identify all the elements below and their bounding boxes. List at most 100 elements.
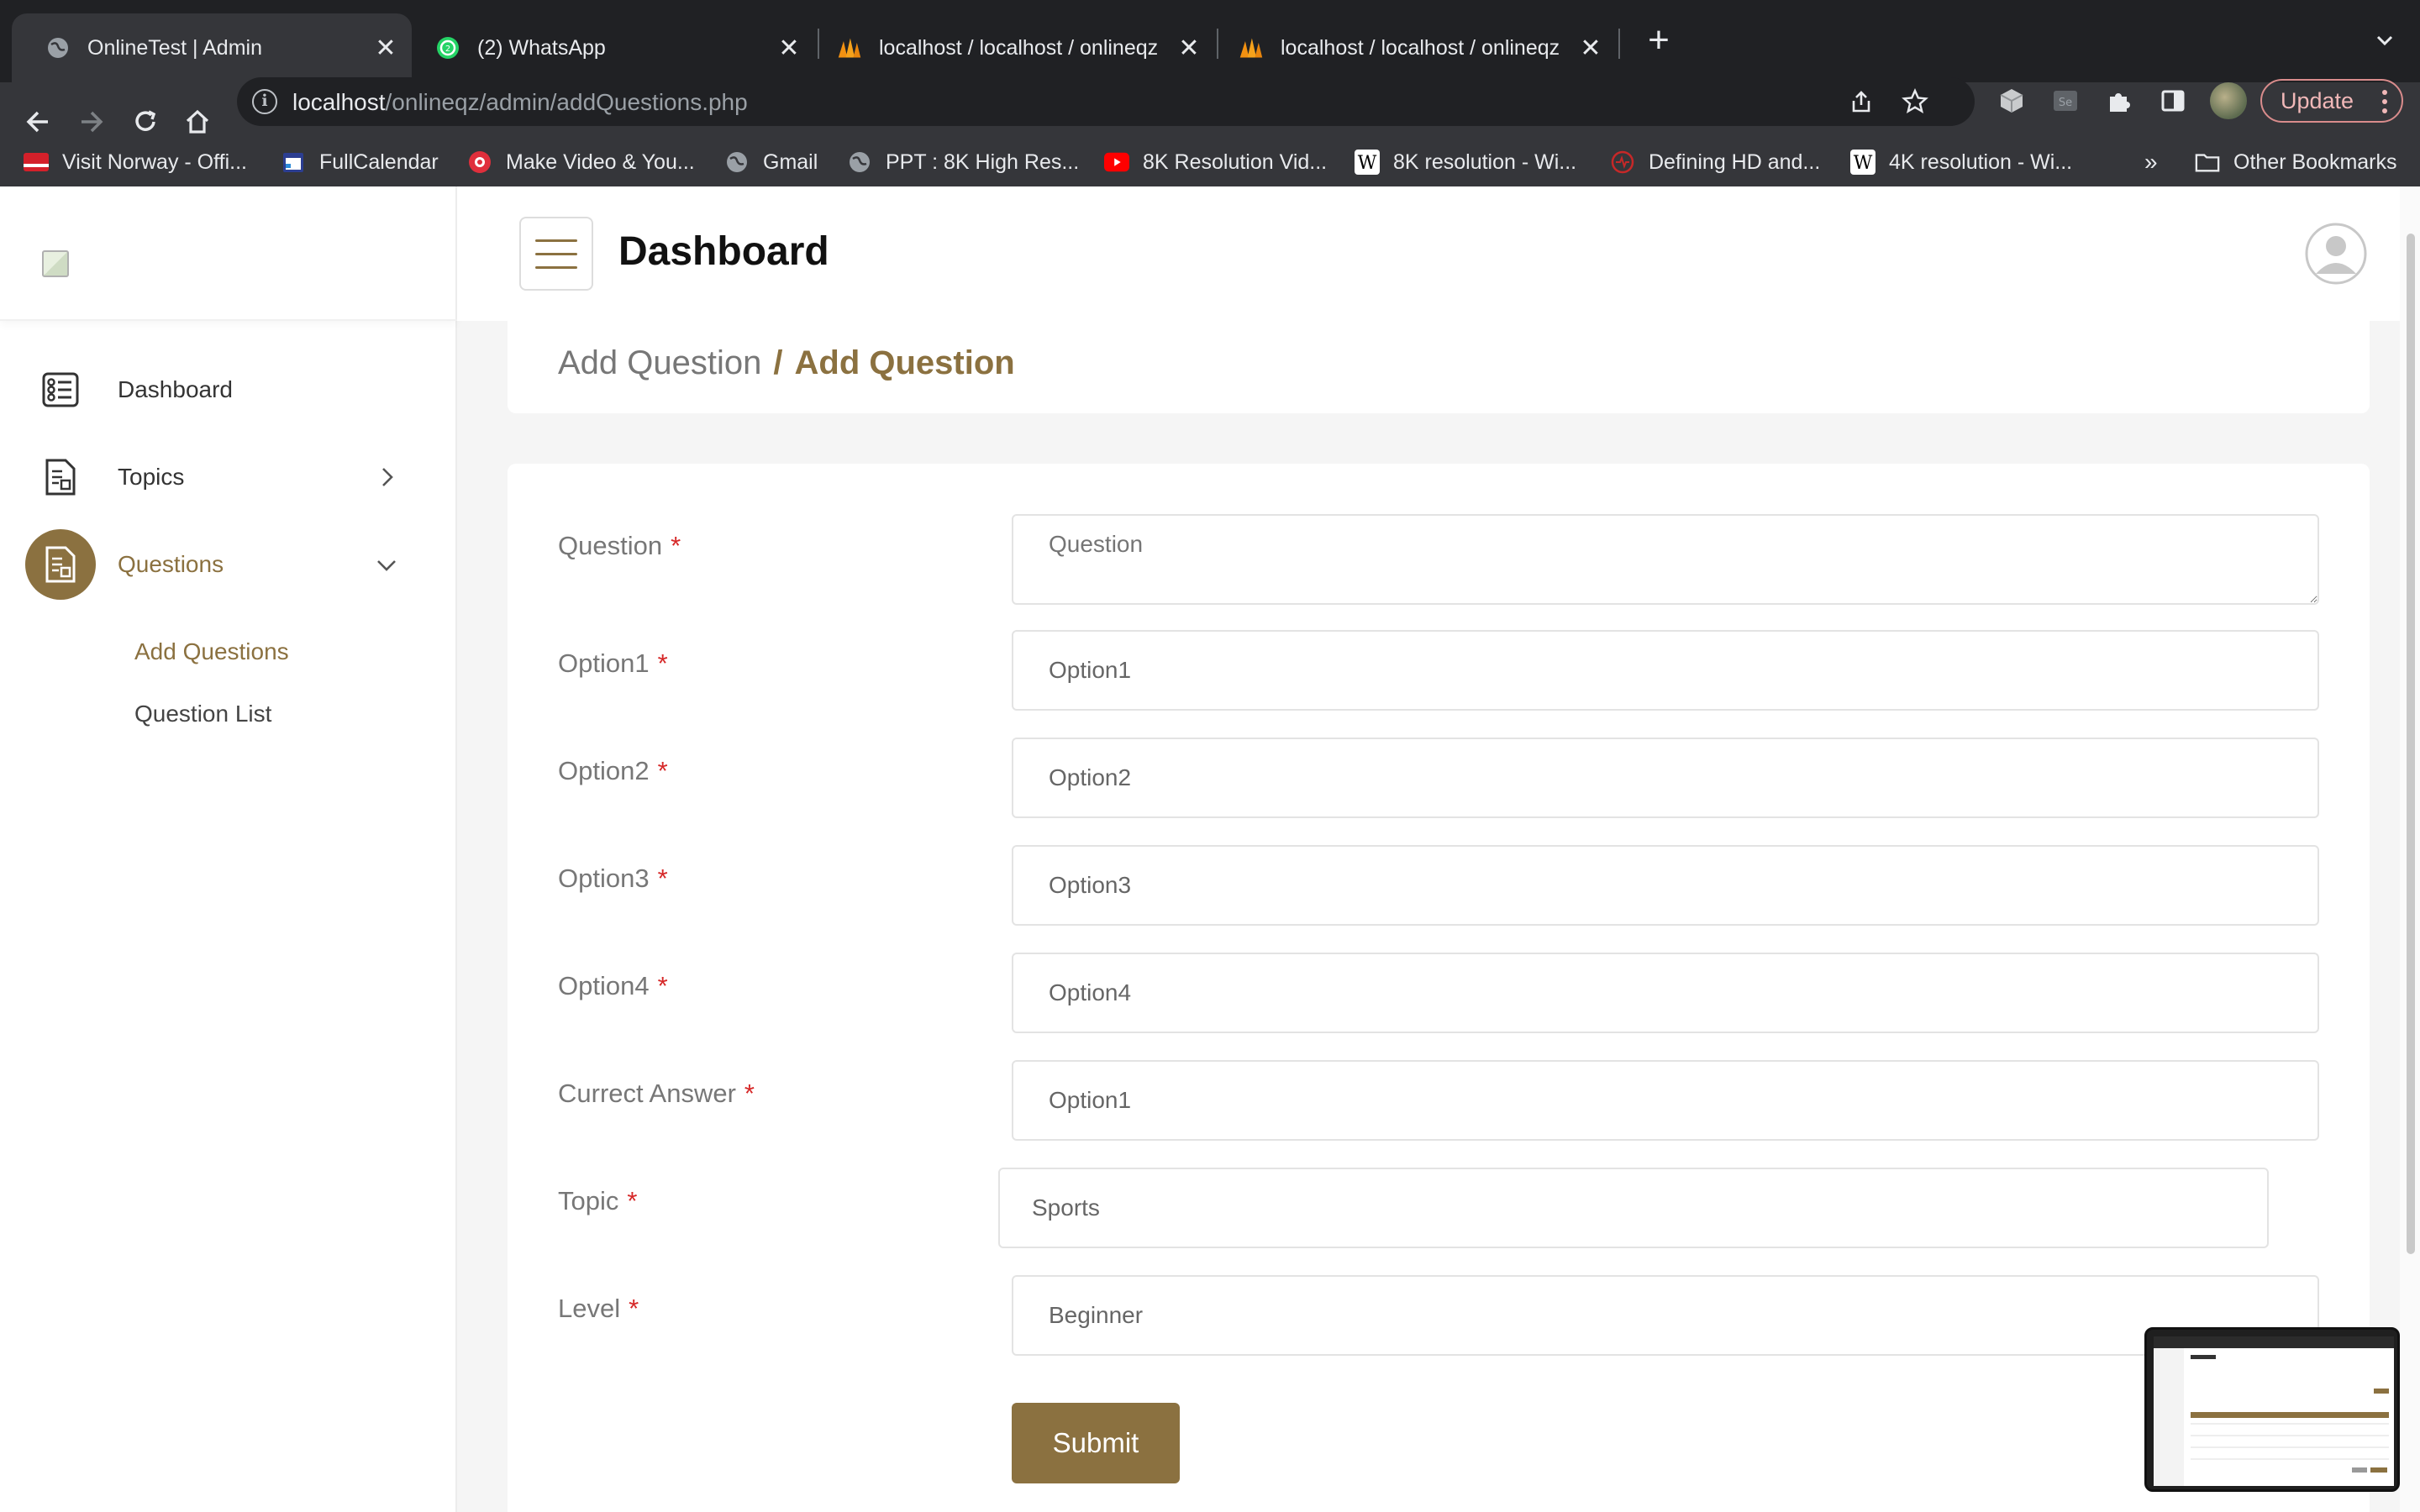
folder-icon [2195,150,2220,175]
bookmark-8k-video[interactable]: 8K Resolution Vid... [1104,146,1327,178]
update-label: Update [2281,87,2354,113]
sidebar-item-questions[interactable]: Questions [0,524,457,605]
calendar-icon [281,150,306,175]
browser-tab-strip: OnlineTest | Admin ✕ 2 (2) WhatsApp ✕ lo… [0,0,2420,82]
app-header: Dashboard [457,186,2420,321]
dashboard-icon [25,354,96,425]
menu-line [535,265,577,269]
wikipedia-icon: W [1850,150,1876,175]
correct-answer-label: Currect Answer * [558,1079,755,1108]
level-label: Level * [558,1294,639,1323]
correct-answer-select[interactable]: Option1 [1012,1060,2319,1141]
bookmark-gmail[interactable]: Gmail [724,146,818,178]
reload-icon [135,110,156,131]
norway-flag-icon [24,150,49,175]
question-textarea[interactable] [1012,514,2319,605]
topic-select[interactable]: Sports [998,1168,2269,1248]
bookmark-label: PPT : 8K High Res... [886,150,1080,174]
submit-button[interactable]: Submit [1012,1403,1180,1483]
globe-icon [847,150,872,175]
bookmark-label: Gmail [763,150,818,174]
option2-input[interactable]: Option2 [1012,738,2319,818]
user-avatar-button[interactable] [2304,222,2368,286]
phpmyadmin-icon [1239,35,1264,60]
extension-selenium-icon[interactable]: Se [2047,82,2084,119]
whatsapp-icon: 2 [435,35,460,60]
tab-divider [818,29,819,59]
option1-label: Option1 * [558,648,668,678]
sidebar-item-dashboard[interactable]: Dashboard [0,349,457,430]
logo-area[interactable] [0,186,457,321]
bookmark-defining-hd[interactable]: Defining HD and... [1610,146,1820,178]
tab-search-icon[interactable] [2368,24,2402,57]
sidebar-subitem-question-list[interactable]: Question List [134,701,271,727]
hamburger-menu-button[interactable] [519,217,593,291]
svg-text:W: W [1358,153,1377,174]
svg-text:2: 2 [445,45,450,54]
option2-label: Option2 * [558,756,668,785]
tab-whatsapp[interactable]: 2 (2) WhatsApp ✕ [415,13,815,82]
update-button[interactable]: Update [2260,79,2403,123]
screenshot-thumbnail[interactable] [2144,1327,2400,1492]
close-icon[interactable]: ✕ [1175,34,1203,62]
more-vert-icon [2382,90,2387,113]
new-tab-button[interactable]: + [1642,22,1676,59]
extension-cube-icon[interactable] [1993,82,2030,119]
bookmark-visit-norway[interactable]: Visit Norway - Offi... [24,146,247,178]
breadcrumb-separator: / [773,344,783,381]
reload-button[interactable] [124,101,166,143]
arrow-right-icon [82,111,103,133]
svg-text:Se: Se [2059,97,2072,109]
bookmark-4k-wiki[interactable]: W 4K resolution - Wi... [1850,146,2072,178]
profile-avatar[interactable] [2210,82,2247,119]
bookmark-label: Other Bookmarks [2233,150,2397,174]
bookmarks-overflow-button[interactable]: » [2144,146,2158,178]
url-text: localhost/onlineqz/admin/addQuestions.ph… [292,89,748,115]
bookmark-label: FullCalendar [319,150,439,174]
star-icon[interactable] [1899,86,1931,118]
sidebar-item-topics[interactable]: Topics [0,437,457,517]
bookmark-ppt-8k[interactable]: PPT : 8K High Res... [847,146,1079,178]
add-question-form: Question* Option1* Option1 Option2* Opti… [508,464,2370,1512]
page-scrollbar-thumb[interactable] [2407,234,2415,1254]
chevron-down-icon [377,560,396,571]
question-label: Question * [558,531,681,560]
other-bookmarks-button[interactable]: Other Bookmarks [2195,146,2397,178]
home-button[interactable] [176,101,218,143]
broken-image-icon [42,250,69,277]
tab-phpmyadmin-2[interactable]: localhost / localhost / onlineqz ✕ [1222,13,1617,82]
share-icon[interactable] [1845,86,1877,118]
bookmark-fullcalendar[interactable]: FullCalendar [281,146,439,178]
overflow-label: » [2144,149,2158,175]
breadcrumb-parent[interactable]: Add Question [558,344,761,381]
svg-text:W: W [1854,153,1873,174]
extensions-puzzle-icon[interactable] [2101,82,2138,119]
close-icon[interactable]: ✕ [1576,34,1605,62]
back-button[interactable] [17,101,59,143]
address-bar[interactable]: i localhost/onlineqz/admin/addQuestions.… [237,77,1975,126]
tab-phpmyadmin-1[interactable]: localhost / localhost / onlineqz ✕ [820,13,1215,82]
close-icon[interactable]: ✕ [371,34,400,62]
tab-divider [1618,29,1620,59]
option3-input[interactable]: Option3 [1012,845,2319,926]
page-title: Dashboard [618,229,829,274]
option4-input[interactable]: Option4 [1012,953,2319,1033]
bookmark-label: 4K resolution - Wi... [1889,150,2073,174]
bookmark-8k-wiki[interactable]: W 8K resolution - Wi... [1355,146,1576,178]
youtube-icon [1104,150,1129,175]
info-icon[interactable]: i [252,89,277,114]
tab-divider [1217,29,1218,59]
level-select[interactable]: Beginner [1012,1275,2319,1356]
option1-input[interactable]: Option1 [1012,630,2319,711]
bookmark-make-video[interactable]: Make Video & You... [467,146,695,178]
forward-button[interactable] [71,101,113,143]
side-panel-icon[interactable] [2154,82,2191,119]
close-icon[interactable]: ✕ [775,34,803,62]
breadcrumb-current: Add Question [794,344,1015,381]
user-icon [2305,223,2367,285]
option4-label: Option4 * [558,971,668,1000]
sidebar-subitem-add-questions[interactable]: Add Questions [134,638,289,665]
tab-onlinetest-admin[interactable]: OnlineTest | Admin ✕ [12,13,412,82]
tab-title: OnlineTest | Admin [87,35,262,60]
tab-title: localhost / localhost / onlineqz [879,35,1159,60]
